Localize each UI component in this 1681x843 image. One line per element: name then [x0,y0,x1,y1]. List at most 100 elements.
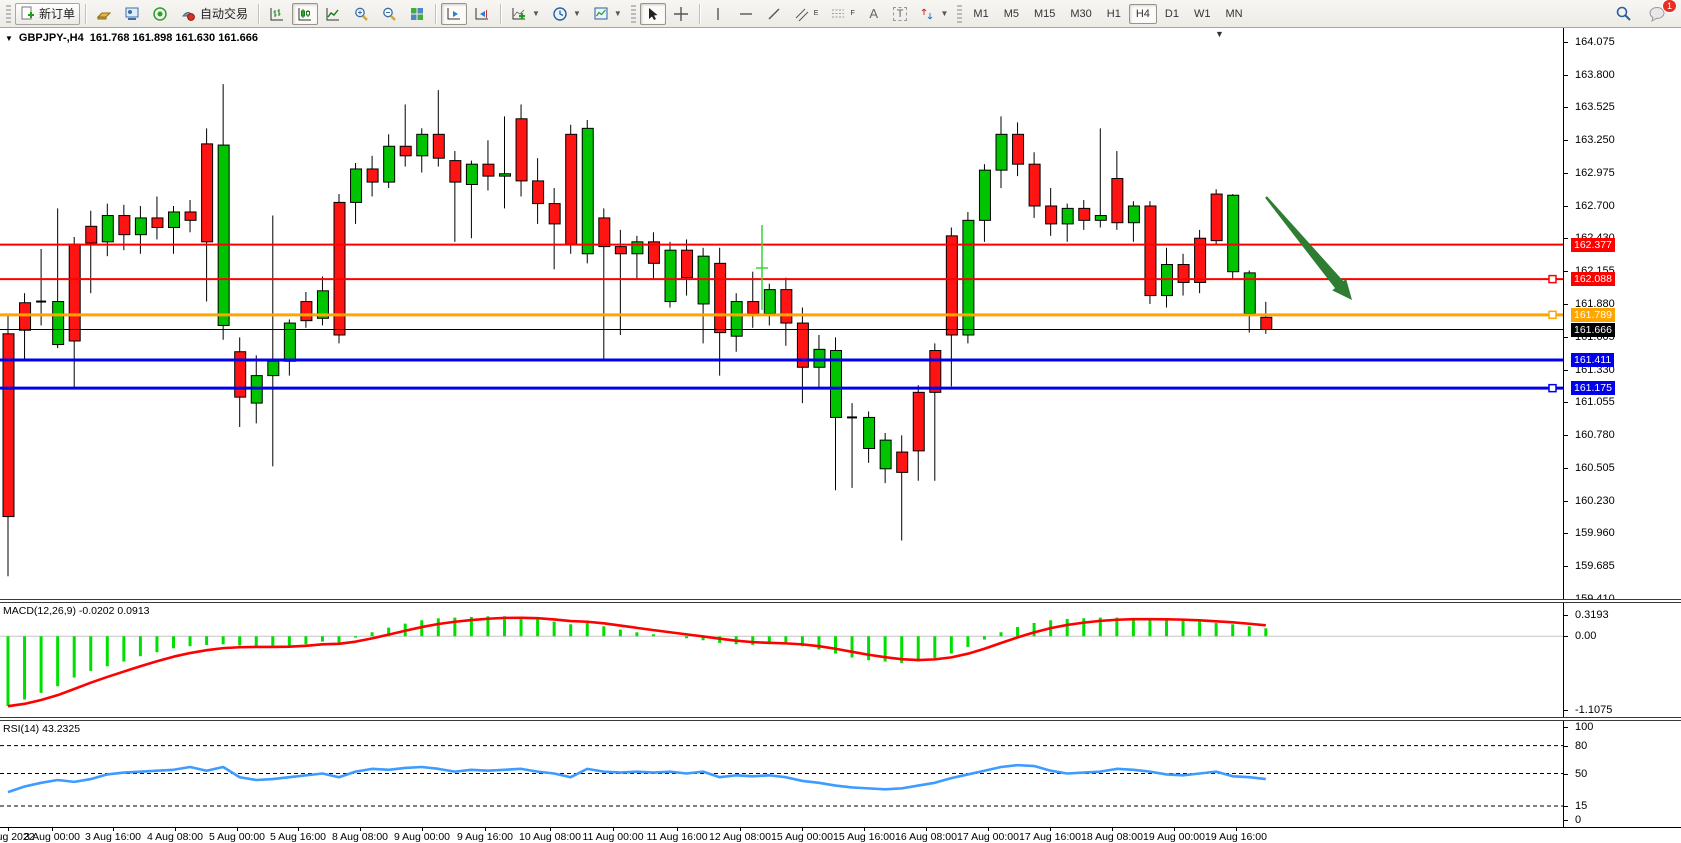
time-axis-label: 3 Aug 16:00 [85,831,141,843]
time-axis-label: 15 Aug 16:00 [833,831,895,843]
auto-scroll-icon [446,6,462,22]
trendline-button[interactable] [761,3,787,25]
auto-scroll-button[interactable] [441,3,467,25]
arrows-icon [919,6,935,22]
notifications-button[interactable]: 1 [1643,3,1671,25]
new-order-label: 新订单 [39,5,75,22]
templates-icon [593,6,609,22]
vertical-line-button[interactable] [705,3,731,25]
candle [119,205,130,250]
price-tick-label: 163.525 [1575,101,1615,113]
time-axis-label: 19 Aug 16:00 [1205,831,1267,843]
cursor-icon [645,6,661,22]
line-chart-button[interactable] [320,3,346,25]
crosshair-button[interactable] [668,3,694,25]
timeframe-button-m30[interactable]: M30 [1063,4,1098,24]
time-axis-label: 10 Aug 08:00 [519,831,581,843]
tile-windows-button[interactable] [404,3,430,25]
indicators-button[interactable]: ▼ [506,3,545,25]
rsi-chart [0,721,1563,827]
horizontal-line-button[interactable] [733,3,759,25]
candle [549,188,560,269]
candle [748,272,759,328]
zoom-out-button[interactable] [376,3,402,25]
timeframe-button-h1[interactable]: H1 [1100,4,1128,24]
time-axis[interactable]: 2 Aug 20223 Aug 00:003 Aug 16:004 Aug 08… [0,827,1681,843]
price-level-label-162.377: 162.377 [1571,238,1615,252]
level-handle[interactable] [1549,385,1556,392]
chart-shift-icon [474,6,490,22]
toolbar-grip[interactable] [957,5,962,23]
chart-menu-icon[interactable]: ▼ [5,34,13,43]
data-window-icon [124,6,140,22]
candlestick-chart [0,28,1563,599]
timeframe-button-h4[interactable]: H4 [1129,4,1157,24]
price-tick-label: 160.230 [1575,495,1615,507]
rsi-tick-mark [1563,727,1568,728]
candle [880,433,891,483]
zoom-in-button[interactable] [348,3,374,25]
data-window-button[interactable] [119,3,145,25]
search-button[interactable] [1610,3,1637,25]
candle [367,156,378,197]
cursor-button[interactable] [640,3,666,25]
time-axis-label: 17 Aug 00:00 [957,831,1019,843]
timeframe-button-m5[interactable]: M5 [997,4,1026,24]
fibonacci-icon [830,6,846,22]
candle [996,116,1007,188]
rsi-tick-mark [1563,746,1568,747]
candle [1112,151,1123,230]
channel-button[interactable]: E [789,3,824,25]
down-arrow-annotation[interactable] [1265,196,1352,300]
channel-icon [794,6,810,22]
rsi-indicator-pane[interactable]: 1008050150 RSI(14) 43.2325 [0,721,1681,827]
candle [235,337,246,427]
timeframe-button-w1[interactable]: W1 [1187,4,1218,24]
candle [913,385,924,481]
timeframe-button-m1[interactable]: M1 [966,4,995,24]
new-order-button[interactable]: 新订单 [15,3,80,25]
macd-indicator-pane[interactable]: 0.31930.00-1.1075 MACD(12,26,9) -0.0202 … [0,603,1681,717]
candle [1029,152,1040,218]
candle [682,239,693,295]
level-handle[interactable] [1549,276,1556,283]
time-axis-label: 9 Aug 16:00 [457,831,513,843]
time-axis-label: 11 Aug 00:00 [582,831,643,843]
fibonacci-button[interactable]: F [825,3,859,25]
symbol-period-label: GBPJPY-,H4 [19,32,84,44]
chart-shift-marker[interactable]: ▼ [1215,29,1224,39]
bar-chart-button[interactable] [264,3,290,25]
main-toolbar: 新订单 自动交易 [0,0,1681,28]
periods-button[interactable]: ▼ [547,3,586,25]
price-level-label-162.088: 162.088 [1571,272,1615,286]
price-tick-mark [1563,75,1568,76]
price-tick-mark [1563,337,1568,338]
candle [566,125,577,254]
toolbar-grip[interactable] [631,5,636,23]
market-watch-button[interactable] [91,3,117,25]
arrows-button[interactable]: ▼ [914,3,953,25]
price-tick-label: 159.685 [1575,560,1615,572]
toolbar-grip[interactable] [6,5,11,23]
price-axis[interactable]: 164.075163.800163.525163.250162.975162.7… [1563,28,1681,599]
level-handle[interactable] [1549,311,1556,318]
price-level-label-161.789: 161.789 [1571,308,1615,322]
templates-button[interactable]: ▼ [588,3,627,25]
macd-signal-line [8,618,1266,706]
rsi-tick-label: 80 [1575,740,1587,752]
navigator-button[interactable] [147,3,173,25]
candlestick-chart-button[interactable] [292,3,318,25]
price-chart-pane[interactable]: 164.075163.800163.525163.250162.975162.7… [0,28,1681,599]
price-tick-label: 160.505 [1575,462,1615,474]
timeframe-button-m15[interactable]: M15 [1027,4,1062,24]
auto-trading-label: 自动交易 [200,5,248,22]
rsi-tick-mark [1563,806,1568,807]
text-button[interactable]: A [862,3,886,25]
candle [1162,248,1173,308]
timeframe-button-d1[interactable]: D1 [1158,4,1186,24]
timeframe-button-mn[interactable]: MN [1218,4,1249,24]
text-label-button[interactable]: T [888,3,913,25]
chart-shift-button[interactable] [469,3,495,25]
auto-trading-button[interactable]: 自动交易 [175,3,253,25]
candle [483,140,494,190]
